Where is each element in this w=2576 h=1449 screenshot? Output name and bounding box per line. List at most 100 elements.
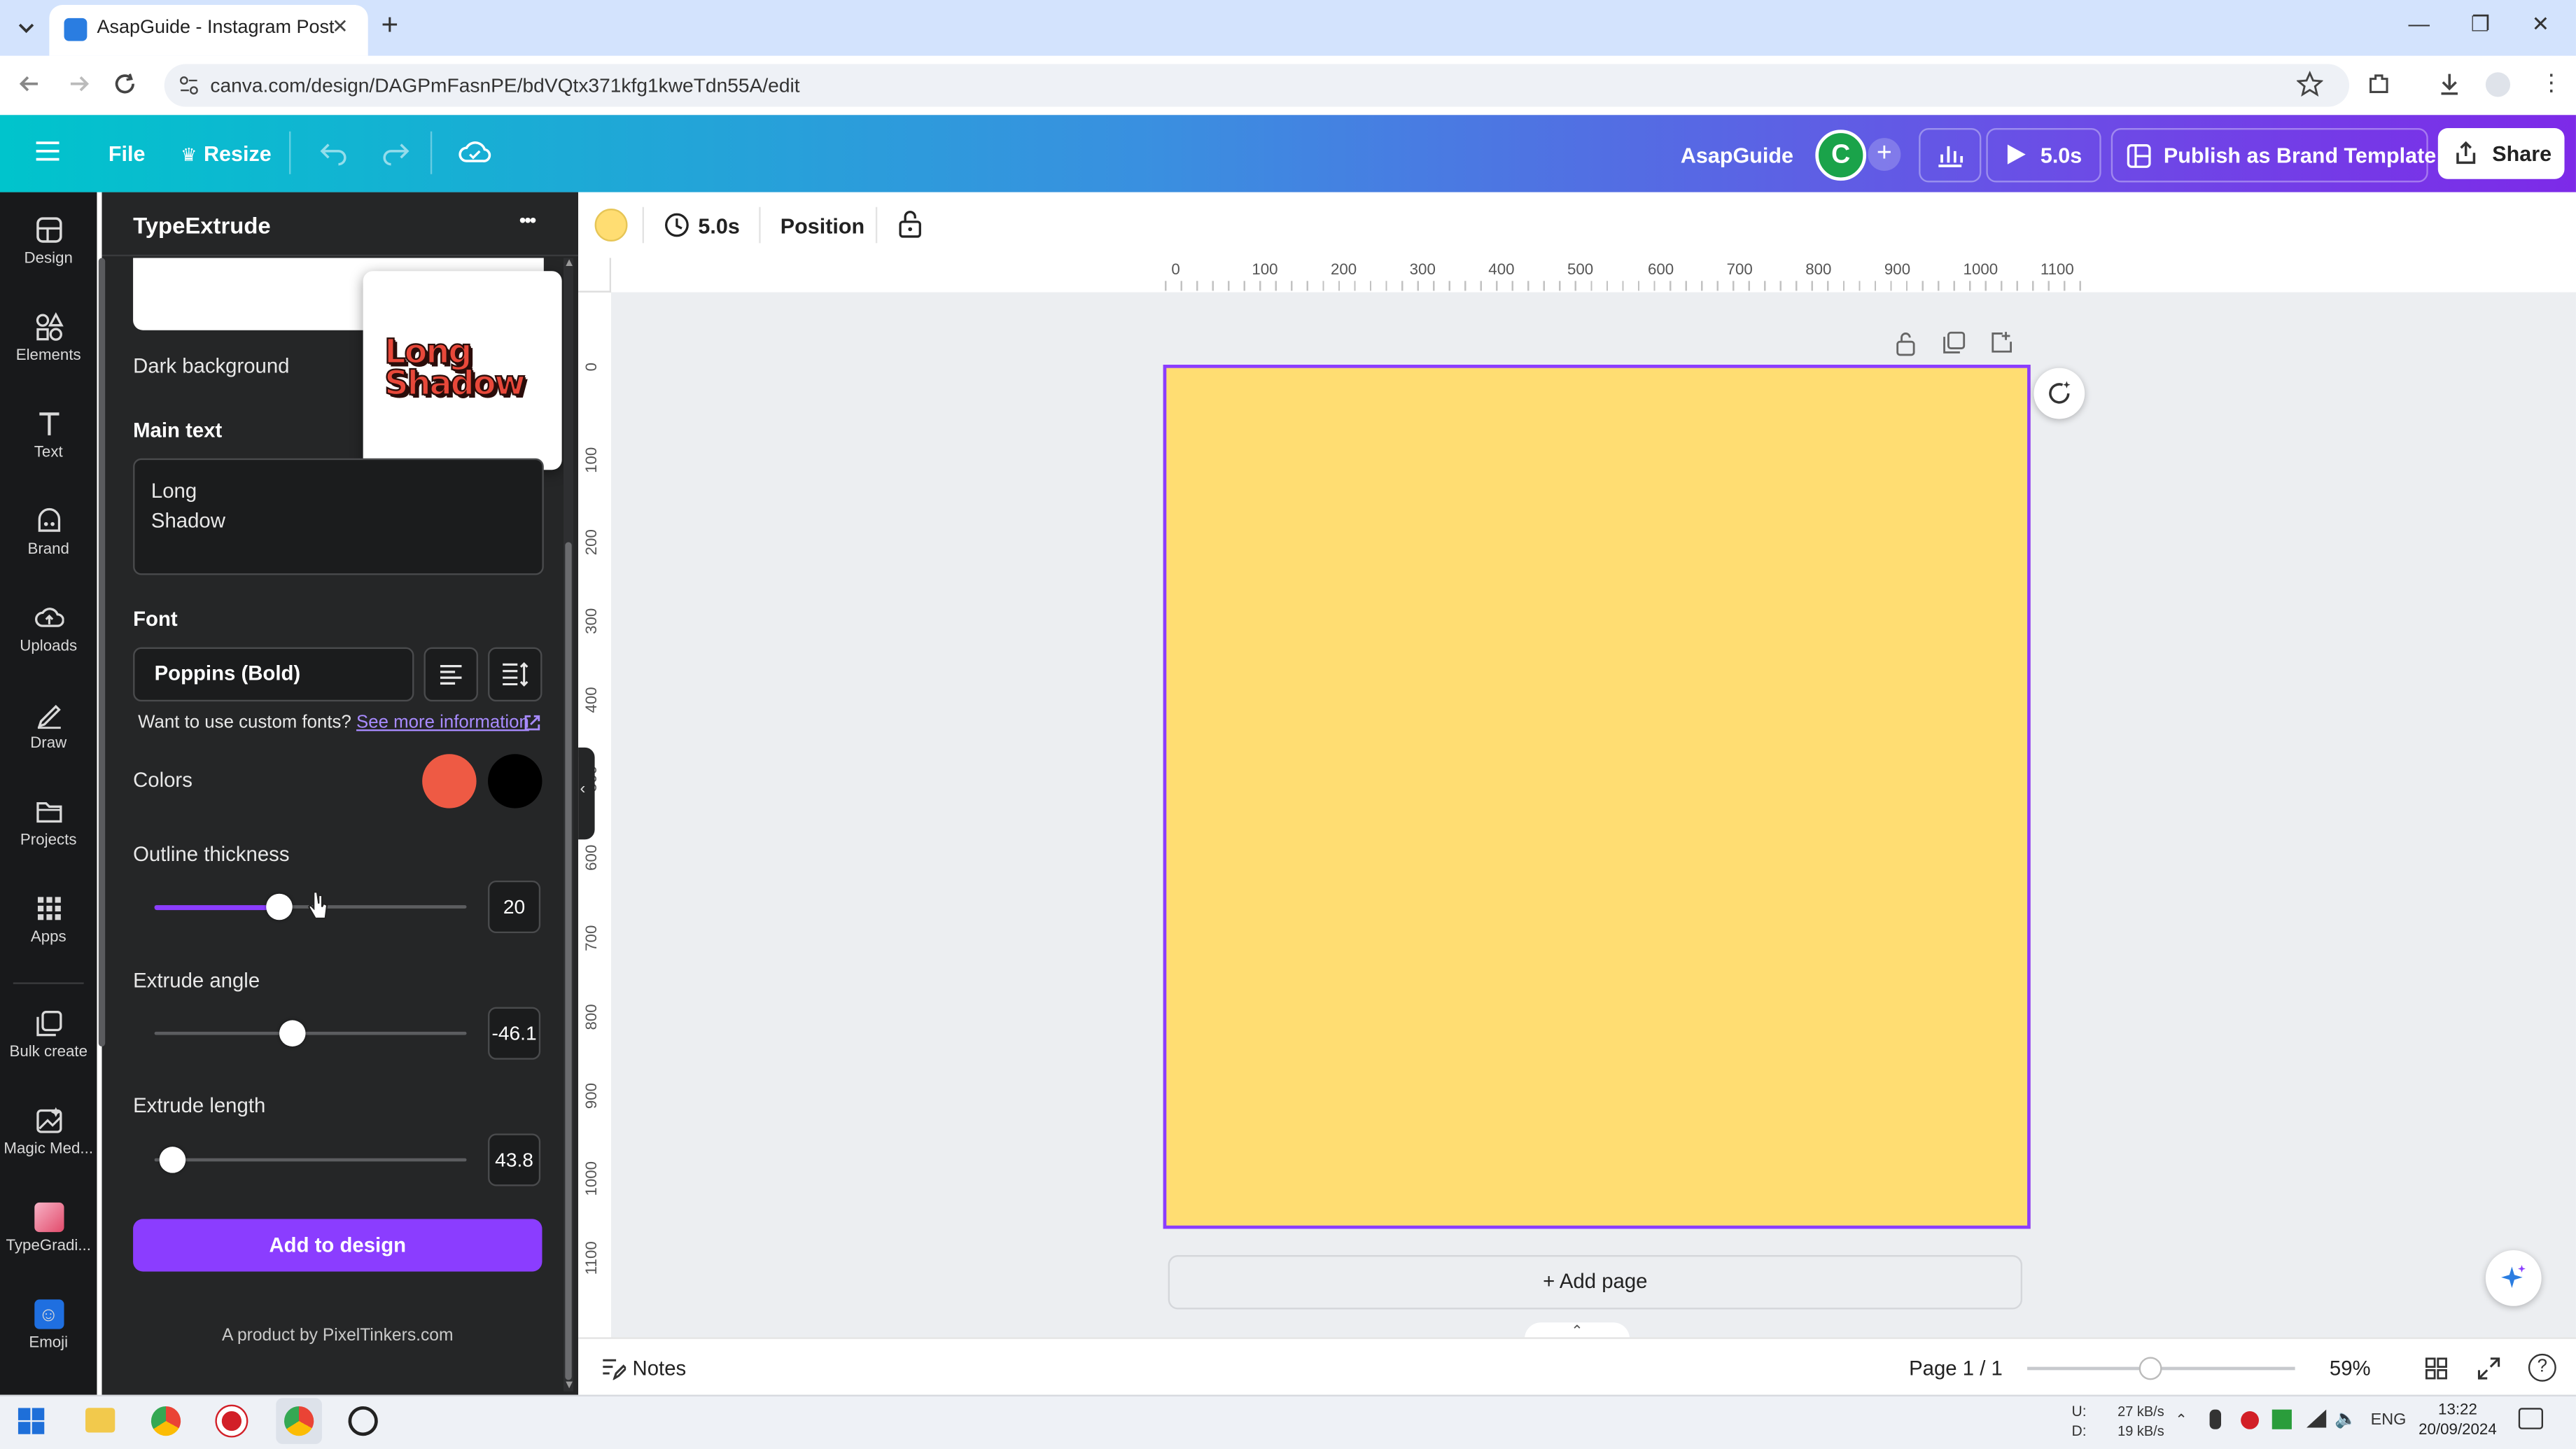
zoom-level[interactable]: 59% [2330, 1357, 2371, 1380]
background-color-button[interactable] [594, 209, 628, 241]
page-duration[interactable]: 5.0s [698, 214, 739, 238]
cloud-saved-icon[interactable] [458, 139, 491, 166]
lock-icon[interactable] [897, 209, 923, 238]
rail-item-brand[interactable]: Brand [0, 506, 97, 559]
timing-clock-icon[interactable] [664, 212, 690, 239]
position-button[interactable]: Position [780, 214, 864, 238]
lock-page-icon[interactable] [1894, 330, 1917, 357]
reload-icon[interactable] [112, 71, 139, 97]
windows-start-icon[interactable] [18, 1408, 45, 1434]
rail-item-elements[interactable]: Elements [0, 312, 97, 365]
extrude-length-slider[interactable] [154, 1145, 467, 1175]
resize-button[interactable]: Resize [204, 141, 272, 166]
design-page[interactable] [1163, 365, 2031, 1229]
zoom-slider[interactable] [2027, 1354, 2295, 1383]
file-explorer-icon[interactable] [85, 1408, 115, 1433]
profile-avatar-icon[interactable] [2485, 72, 2511, 97]
browser-tab-active[interactable]: AsapGuide - Instagram Post ✕ [49, 5, 368, 56]
external-link-icon[interactable] [522, 713, 542, 733]
canva-assistant-button[interactable] [2485, 1250, 2542, 1306]
text-align-button[interactable] [424, 647, 478, 702]
tab-close-icon[interactable]: ✕ [332, 15, 349, 38]
site-info-icon[interactable] [177, 74, 200, 97]
extrude-angle-slider[interactable] [154, 1018, 467, 1048]
redo-icon[interactable] [381, 139, 410, 166]
team-name[interactable]: AsapGuide [1681, 143, 1793, 167]
slider-handle[interactable] [266, 893, 293, 920]
refresh-suggestions-button[interactable] [2033, 368, 2085, 419]
font-selector[interactable]: Poppins (Bold) [133, 647, 414, 702]
outline-thickness-value[interactable]: 20 [488, 880, 541, 934]
see-more-information-link[interactable]: See more information [356, 713, 529, 733]
close-window-button[interactable]: ✕ [2532, 11, 2550, 38]
restore-window-button[interactable]: ❐ [2471, 11, 2490, 38]
grid-view-icon[interactable] [2425, 1357, 2448, 1380]
rail-item-apps[interactable]: Apps [0, 894, 97, 946]
browser-menu-icon[interactable]: ⋮ [2540, 69, 2563, 97]
forward-arrow-icon[interactable] [66, 71, 92, 97]
notification-center-icon[interactable] [2518, 1408, 2544, 1429]
collapse-panel-handle[interactable]: ‹ [578, 747, 595, 840]
rail-item-magic-media[interactable]: Magic Med... [0, 1105, 97, 1158]
panel-scrollbar-thumb[interactable] [565, 542, 572, 1380]
extrude-angle-value[interactable]: -46.1 [488, 1007, 541, 1060]
tab-search-chevron-icon[interactable] [13, 15, 40, 41]
notes-icon[interactable] [601, 1357, 626, 1380]
extrude-length-value[interactable]: 43.8 [488, 1133, 541, 1186]
panel-more-button[interactable]: ••• [519, 209, 537, 232]
add-collaborator-icon[interactable]: + [1868, 138, 1901, 172]
new-tab-button[interactable]: + [381, 8, 398, 43]
minimize-window-button[interactable]: — [2409, 11, 2430, 36]
microphone-icon[interactable] [2209, 1409, 2222, 1429]
rail-item-text[interactable]: Text [0, 409, 97, 461]
help-icon[interactable]: ? [2528, 1353, 2556, 1382]
url-text[interactable]: canva.com/design/DAGPmFasnPE/bdVQtx371kf… [210, 74, 799, 97]
rail-item-bulk-create[interactable]: Bulk create [0, 1009, 97, 1061]
fullscreen-icon[interactable] [2477, 1357, 2500, 1380]
rail-item-design[interactable]: Design [0, 215, 97, 268]
scroll-down-icon[interactable]: ▼ [564, 1380, 575, 1391]
insights-button[interactable] [1919, 128, 1982, 183]
panel-outer-scrollbar[interactable] [98, 258, 106, 1046]
wifi-icon[interactable] [2305, 1408, 2328, 1429]
primary-color-swatch[interactable] [422, 754, 477, 808]
zoom-handle[interactable] [2138, 1357, 2162, 1380]
download-icon[interactable] [2436, 71, 2463, 97]
undo-icon[interactable] [318, 139, 348, 166]
slider-handle[interactable] [279, 1020, 305, 1046]
rail-item-typegradient[interactable]: TypeGradi... [0, 1202, 97, 1255]
extensions-icon[interactable] [2366, 71, 2393, 97]
rail-item-uploads[interactable]: Uploads [0, 603, 97, 655]
slider-handle[interactable] [160, 1147, 187, 1173]
publish-brand-template-button[interactable]: Publish as Brand Template [2110, 128, 2436, 183]
tray-chevron-icon[interactable]: ⌃ [2175, 1411, 2188, 1429]
taskbar-active-app[interactable] [276, 1398, 322, 1444]
user-avatar[interactable]: C [1815, 130, 1867, 181]
add-page-icon[interactable] [1989, 330, 2014, 355]
file-menu-button[interactable]: File [108, 141, 146, 166]
chrome-icon[interactable] [150, 1406, 181, 1436]
add-page-button[interactable]: + Add page [1168, 1255, 2023, 1310]
duplicate-page-icon[interactable] [1942, 330, 1966, 355]
bookmark-star-icon[interactable] [2296, 70, 2323, 97]
main-text-input[interactable]: Long Shadow [133, 458, 544, 575]
obs-icon[interactable] [348, 1406, 378, 1436]
rail-item-draw[interactable]: Draw [0, 700, 97, 752]
back-arrow-icon[interactable] [16, 71, 43, 97]
address-bar[interactable]: canva.com/design/DAGPmFasnPE/bdVQtx371kf… [164, 64, 2350, 107]
dark-background-label[interactable]: Dark background [133, 355, 289, 378]
tray-app-icon[interactable] [2241, 1410, 2259, 1429]
tray-app-icon[interactable] [2272, 1409, 2292, 1429]
rail-item-emoji[interactable]: ☺ Emoji [0, 1299, 97, 1352]
language-indicator[interactable]: ENG [2371, 1411, 2407, 1429]
page-indicator[interactable]: Page 1 / 1 [1909, 1357, 2003, 1380]
style-preview-card[interactable]: Long Shadow [363, 271, 562, 470]
share-button[interactable]: Share [2437, 128, 2565, 179]
notes-button[interactable]: Notes [633, 1357, 687, 1380]
add-to-design-button[interactable]: Add to design [133, 1219, 542, 1272]
scroll-up-icon[interactable]: ▲ [564, 258, 575, 269]
present-button[interactable]: 5.0s [1986, 128, 2101, 183]
secondary-color-swatch[interactable] [488, 754, 542, 808]
line-spacing-button[interactable] [488, 647, 542, 702]
hamburger-menu-icon[interactable] [34, 139, 61, 162]
